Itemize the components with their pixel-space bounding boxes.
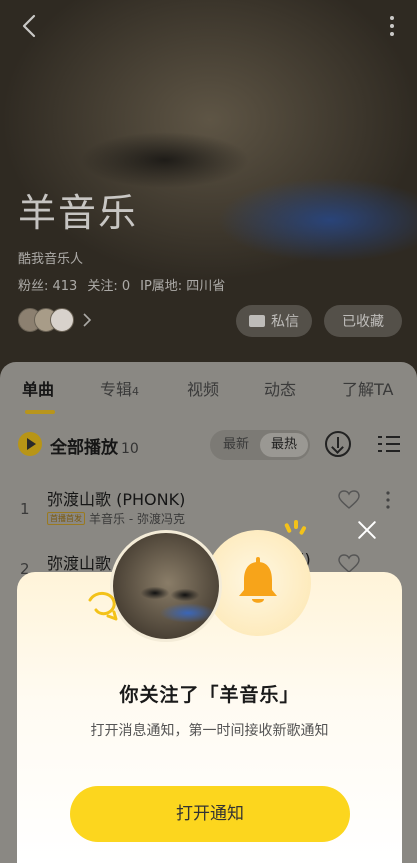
- close-icon[interactable]: [356, 519, 378, 541]
- active-tab-indicator: [25, 410, 55, 414]
- download-icon[interactable]: [325, 431, 351, 457]
- song-title: 弥渡山歌: [47, 554, 112, 573]
- artist-name: 羊音乐: [18, 191, 139, 235]
- chevron-right-icon: [83, 313, 92, 327]
- artist-avatar: [110, 530, 222, 642]
- play-toolbar: 全部播放 10 最新 最热: [0, 430, 417, 462]
- sort-latest[interactable]: 最新: [212, 433, 260, 457]
- back-arrow-icon[interactable]: [16, 12, 44, 40]
- sparkle-icon: [284, 520, 306, 535]
- song-meta: 首播首发 羊音乐 - 弥渡冯克: [47, 510, 185, 527]
- song-count: 10: [121, 441, 139, 457]
- exclusive-badge: 首播首发: [47, 512, 85, 525]
- mail-icon: [249, 315, 265, 327]
- swirl-icon: [88, 592, 118, 621]
- tab-label: 单曲: [22, 380, 55, 399]
- play-all-button[interactable]: 全部播放 10: [50, 433, 139, 458]
- song-row[interactable]: 1 弥渡山歌 (PHONK) 首播首发 羊音乐 - 弥渡冯克: [0, 486, 417, 542]
- ip-location: IP属地: 四川省: [140, 279, 226, 294]
- artist-banner: 羊音乐 酷我音乐人 粉丝: 413 关注: 0 IP属地: 四川省 私信 已收藏: [0, 0, 417, 380]
- heart-icon[interactable]: [338, 490, 360, 510]
- sort-toggle: 最新 最热: [210, 430, 310, 460]
- fan-avatar: [50, 308, 74, 332]
- following-count[interactable]: 关注: 0: [87, 275, 130, 294]
- tab-singles[interactable]: 单曲: [22, 376, 54, 400]
- message-label: 私信: [271, 314, 299, 330]
- fans-count[interactable]: 粉丝: 413: [18, 275, 77, 294]
- song-title: 弥渡山歌 (PHONK): [47, 490, 186, 509]
- tab-videos[interactable]: 视频: [187, 376, 219, 400]
- tab-label: 了解TA: [342, 380, 394, 399]
- fan-avatars[interactable]: [18, 308, 92, 332]
- song-index: 1: [20, 500, 30, 518]
- popup-description: 打开消息通知，第一时间接收新歌通知: [90, 723, 329, 739]
- artist-tag: 酷我音乐人: [18, 252, 84, 267]
- message-button[interactable]: 私信: [236, 305, 312, 337]
- bell-icon: [239, 557, 277, 603]
- heart-icon[interactable]: [338, 554, 360, 574]
- favorited-button[interactable]: 已收藏: [324, 305, 402, 337]
- song-artist-album: 羊音乐 - 弥渡冯克: [89, 512, 185, 526]
- more-options-icon[interactable]: [387, 12, 397, 40]
- popup-title: 你关注了「羊音乐」: [119, 684, 300, 706]
- enable-notification-button[interactable]: 打开通知: [70, 786, 350, 842]
- tab-label: 视频: [187, 380, 220, 399]
- multi-select-icon[interactable]: [378, 434, 400, 454]
- artist-stats: 粉丝: 413 关注: 0 IP属地: 四川省: [18, 275, 225, 294]
- tab-bar: 单曲 专辑4 视频 动态 了解TA: [0, 376, 417, 414]
- play-icon[interactable]: [18, 432, 42, 456]
- tab-feed[interactable]: 动态: [264, 376, 296, 400]
- song-more-icon[interactable]: [386, 490, 390, 510]
- play-all-label: 全部播放: [50, 438, 118, 458]
- tab-count: 4: [132, 385, 140, 398]
- tab-label: 动态: [264, 380, 297, 399]
- sort-hot[interactable]: 最热: [260, 433, 308, 457]
- tab-label: 专辑: [100, 380, 133, 399]
- tab-about[interactable]: 了解TA: [342, 376, 393, 400]
- tab-albums[interactable]: 专辑4: [100, 376, 139, 400]
